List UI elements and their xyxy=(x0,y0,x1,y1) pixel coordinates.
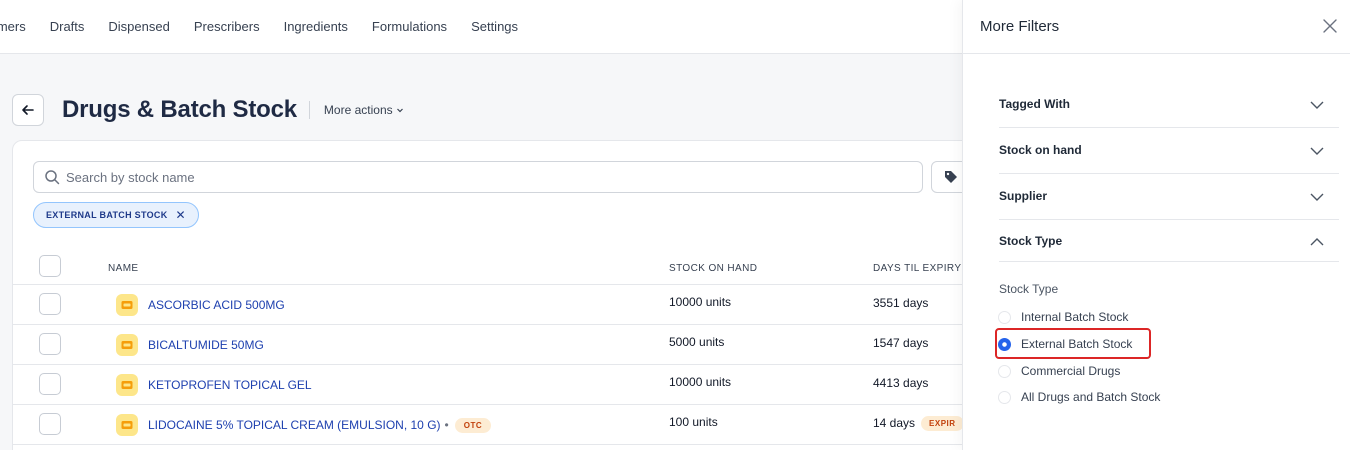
radio-label: Commercial Drugs xyxy=(1021,364,1121,378)
stock-on-hand: 10000 units xyxy=(669,375,732,389)
pill-icon xyxy=(116,294,138,316)
more-filters-panel: More Filters Tagged With Stock on hand S… xyxy=(962,0,1350,450)
stock-type-group-label: Stock Type xyxy=(999,282,1059,296)
pill-icon xyxy=(116,414,138,436)
row-checkbox[interactable] xyxy=(39,373,61,395)
search-box[interactable] xyxy=(33,161,923,193)
radio-all-drugs-and-batch-stock[interactable]: All Drugs and Batch Stock xyxy=(998,387,1160,407)
accordion-label: Tagged With xyxy=(999,97,1070,111)
close-icon[interactable]: ✕ xyxy=(176,208,186,222)
selection-highlight xyxy=(995,328,1151,359)
days-text: 14 days xyxy=(873,416,916,430)
row-checkbox[interactable] xyxy=(39,293,61,315)
radio-button[interactable] xyxy=(998,390,1011,404)
chevron-down-icon xyxy=(1310,193,1324,201)
accordion-label: Supplier xyxy=(999,189,1048,203)
filter-chip-label: EXTERNAL BATCH STOCK xyxy=(46,210,168,220)
days-til-expiry: 3551 days xyxy=(873,296,929,310)
nav-item-settings[interactable]: Settings xyxy=(471,19,518,34)
radio-commercial-drugs[interactable]: Commercial Drugs xyxy=(998,361,1120,381)
select-all-checkbox[interactable] xyxy=(39,255,61,277)
chevron-down-icon xyxy=(1310,147,1324,155)
radio-internal-batch-stock[interactable]: Internal Batch Stock xyxy=(998,307,1128,327)
stock-on-hand: 5000 units xyxy=(669,335,725,349)
more-actions-button[interactable]: More actions xyxy=(324,103,404,117)
radio-label: All Drugs and Batch Stock xyxy=(1021,390,1161,404)
column-name[interactable]: NAME xyxy=(108,263,139,274)
close-panel-button[interactable] xyxy=(1320,16,1340,36)
accordion-tagged-with[interactable]: Tagged With xyxy=(999,83,1339,128)
accordion-label: Stock Type xyxy=(999,234,1063,248)
radio-label: Internal Batch Stock xyxy=(1021,310,1129,324)
accordion-label: Stock on hand xyxy=(999,143,1082,157)
title-divider xyxy=(308,101,310,119)
expiry-badge: EXPIR xyxy=(921,416,964,432)
separator-dot: • xyxy=(444,418,449,432)
page-title: Drugs & Batch Stock xyxy=(62,96,297,123)
column-days-til-expiry[interactable]: DAYS TIL EXPIRY xyxy=(873,263,961,274)
nav-item-formulations[interactable]: Formulations xyxy=(372,19,447,34)
otc-badge: OTC xyxy=(454,418,492,434)
table-header: NAME STOCK ON HAND DAYS TIL EXPIRY xyxy=(13,249,983,285)
page-header: Drugs & Batch Stock More actions xyxy=(12,94,404,126)
stock-on-hand: 100 units xyxy=(669,415,718,429)
top-navigation: tomers Drafts Dispensed Prescribers Ingr… xyxy=(0,0,962,54)
row-checkbox[interactable] xyxy=(39,333,61,355)
drug-name-link[interactable]: BICALTUMIDE 50MG xyxy=(148,338,264,352)
arrow-left-icon xyxy=(22,105,34,115)
filter-chip-external-batch-stock[interactable]: EXTERNAL BATCH STOCK ✕ xyxy=(33,202,199,228)
close-icon xyxy=(1323,19,1337,33)
search-input[interactable] xyxy=(66,169,866,185)
accordion-stock-on-hand[interactable]: Stock on hand xyxy=(999,129,1339,174)
back-button[interactable] xyxy=(12,94,44,126)
table-row[interactable]: BICALTUMIDE 50MG 5000 units 1547 days xyxy=(13,325,983,365)
row-checkbox[interactable] xyxy=(39,413,61,435)
nav-item-prescribers[interactable]: Prescribers xyxy=(194,19,260,34)
radio-button[interactable] xyxy=(998,310,1011,324)
panel-header: More Filters xyxy=(963,0,1350,54)
accordion-stock-type[interactable]: Stock Type xyxy=(999,220,1339,262)
chevron-down-icon xyxy=(1310,101,1324,109)
drug-name-text: LIDOCAINE 5% TOPICAL CREAM (EMULSION, 10… xyxy=(148,418,441,432)
chevron-down-icon xyxy=(396,108,403,113)
days-til-expiry: 1547 days xyxy=(873,336,929,350)
drug-name-link[interactable]: ASCORBIC ACID 500MG xyxy=(148,298,285,312)
nav-item-drafts[interactable]: Drafts xyxy=(50,19,85,34)
chevron-up-icon xyxy=(1310,238,1324,246)
column-stock-on-hand[interactable]: STOCK ON HAND xyxy=(669,263,757,274)
table-row[interactable]: KETOPROFEN TOPICAL GEL 10000 units 4413 … xyxy=(13,365,983,405)
stock-card: EXTERNAL BATCH STOCK ✕ NAME STOCK ON HAN… xyxy=(12,140,983,450)
nav-item-customers[interactable]: tomers xyxy=(0,19,26,34)
panel-title: More Filters xyxy=(980,18,1060,35)
pill-icon xyxy=(116,334,138,356)
drug-name-link[interactable]: KETOPROFEN TOPICAL GEL xyxy=(148,378,312,392)
more-actions-label: More actions xyxy=(323,103,393,117)
tag-icon xyxy=(945,171,957,183)
table-row[interactable]: ASCORBIC ACID 500MG 10000 units 3551 day… xyxy=(13,285,983,325)
nav-item-ingredients[interactable]: Ingredients xyxy=(284,19,348,34)
drug-name-link[interactable]: LIDOCAINE 5% TOPICAL CREAM (EMULSION, 10… xyxy=(148,418,492,434)
days-til-expiry: 14 days EXPIR xyxy=(873,416,964,432)
radio-button[interactable] xyxy=(998,364,1011,378)
pill-icon xyxy=(116,374,138,396)
accordion-supplier[interactable]: Supplier xyxy=(999,175,1339,220)
nav-item-dispensed[interactable]: Dispensed xyxy=(108,19,169,34)
search-icon xyxy=(45,170,60,185)
stock-on-hand: 10000 units xyxy=(669,295,732,309)
days-til-expiry: 4413 days xyxy=(873,376,929,390)
table-row[interactable]: LIDOCAINE 5% TOPICAL CREAM (EMULSION, 10… xyxy=(13,405,983,445)
